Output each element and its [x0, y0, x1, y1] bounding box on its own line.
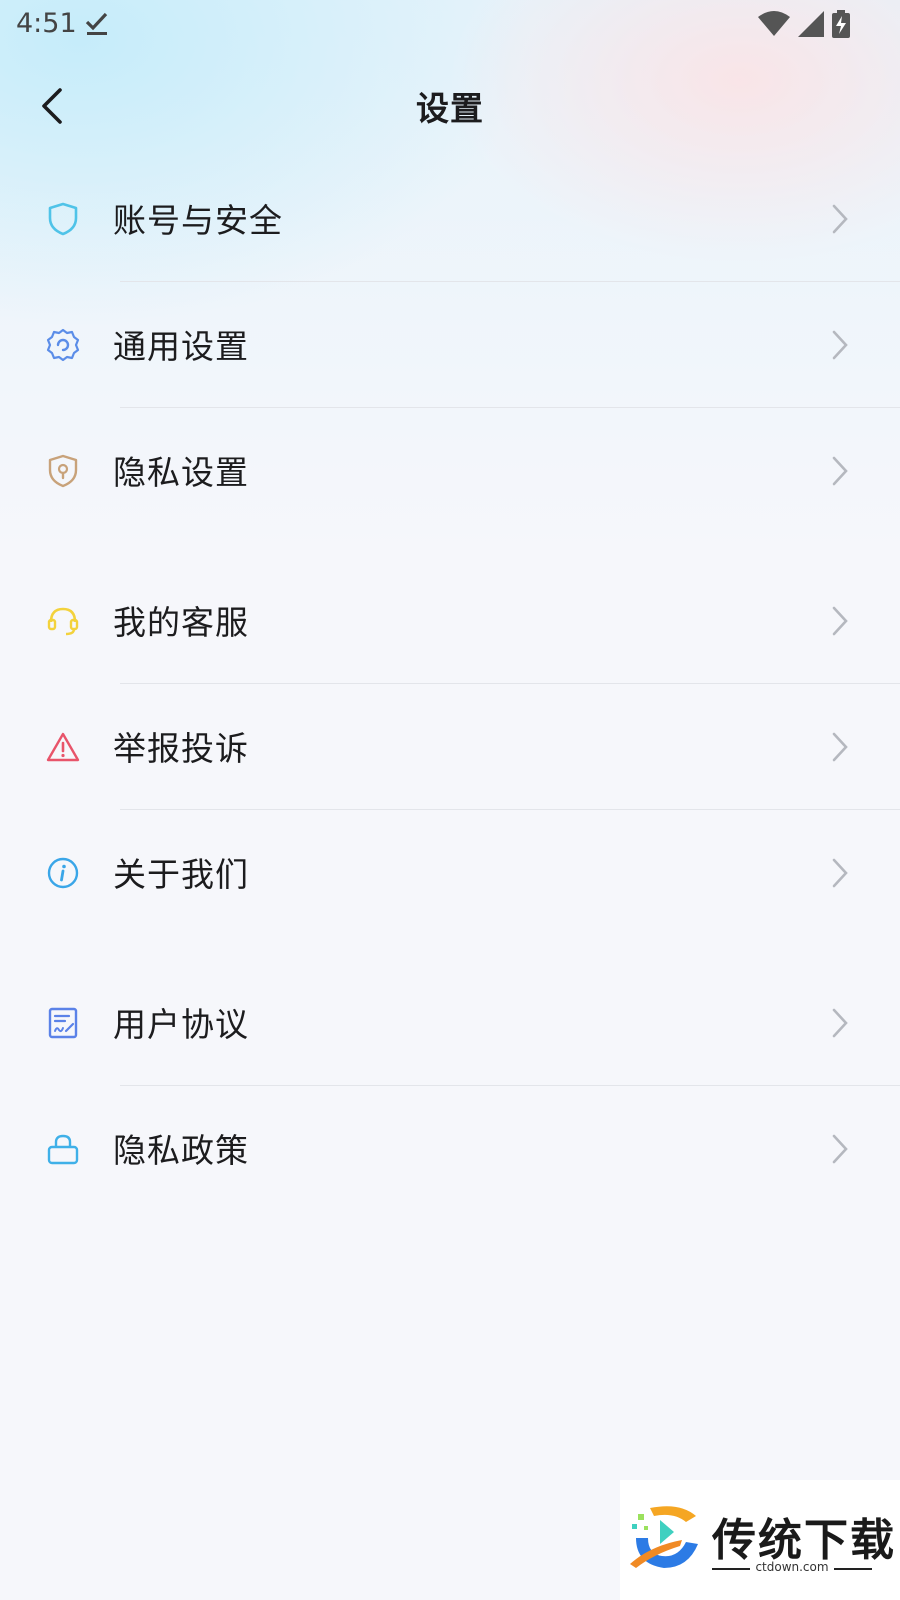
- wifi-icon: [758, 11, 790, 36]
- settings-item-account-security[interactable]: 账号与安全: [0, 156, 900, 282]
- settings-item-label: 用户协议: [113, 1005, 249, 1044]
- settings-item-label: 关于我们: [113, 855, 249, 894]
- settings-item-label: 举报投诉: [113, 729, 249, 768]
- chevron-right-icon: [832, 858, 848, 888]
- chevron-right-icon: [832, 1008, 848, 1038]
- settings-item-label: 通用设置: [113, 327, 249, 366]
- settings-item-privacy-policy[interactable]: 隐私政策: [0, 1086, 900, 1212]
- watermark-logo: 传统下载 ctdown.com: [620, 1480, 900, 1600]
- status-icons: [758, 10, 850, 38]
- settings-item-customer-service[interactable]: 我的客服: [0, 558, 900, 684]
- shield-lock-icon: [44, 452, 82, 490]
- status-bar: 4:51: [0, 0, 900, 50]
- chevron-right-icon: [832, 456, 848, 486]
- shield-icon: [44, 200, 82, 238]
- settings-item-general[interactable]: 通用设置: [0, 282, 900, 408]
- settings-item-privacy-settings[interactable]: 隐私设置: [0, 408, 900, 534]
- battery-charging-icon: [832, 10, 850, 38]
- headset-icon: [44, 602, 82, 640]
- chevron-right-icon: [832, 732, 848, 762]
- settings-item-label: 隐私设置: [113, 453, 249, 492]
- settings-item-label: 我的客服: [113, 603, 249, 642]
- settings-item-user-agreement[interactable]: 用户协议: [0, 960, 900, 1086]
- document-sign-icon: [44, 1004, 82, 1042]
- settings-item-label: 隐私政策: [113, 1131, 249, 1170]
- chevron-right-icon: [832, 1134, 848, 1164]
- settings-item-about-us[interactable]: 关于我们: [0, 810, 900, 936]
- settings-list: 账号与安全 通用设置 隐私设置 我的客服 举报投诉 关于我们 用户协议 隐私政策: [0, 156, 900, 1212]
- top-app-bar: 设置: [0, 64, 900, 144]
- warning-icon: [44, 728, 82, 766]
- chevron-right-icon: [832, 330, 848, 360]
- signal-icon: [798, 11, 824, 37]
- info-icon: [44, 854, 82, 892]
- settings-item-label: 账号与安全: [113, 201, 283, 240]
- gear-icon: [44, 326, 82, 364]
- watermark-brand: 传统下载: [712, 1515, 896, 1566]
- lock-icon: [44, 1130, 82, 1168]
- chevron-right-icon: [832, 204, 848, 234]
- chevron-right-icon: [832, 606, 848, 636]
- watermark-rule: [834, 1568, 872, 1570]
- status-time: 4:51: [16, 8, 77, 39]
- page-title: 设置: [416, 89, 484, 128]
- download-done-icon: [85, 12, 108, 35]
- settings-item-report-complaint[interactable]: 举报投诉: [0, 684, 900, 810]
- watermark-logo-icon: [630, 1506, 698, 1568]
- watermark-site: ctdown.com: [755, 1560, 829, 1574]
